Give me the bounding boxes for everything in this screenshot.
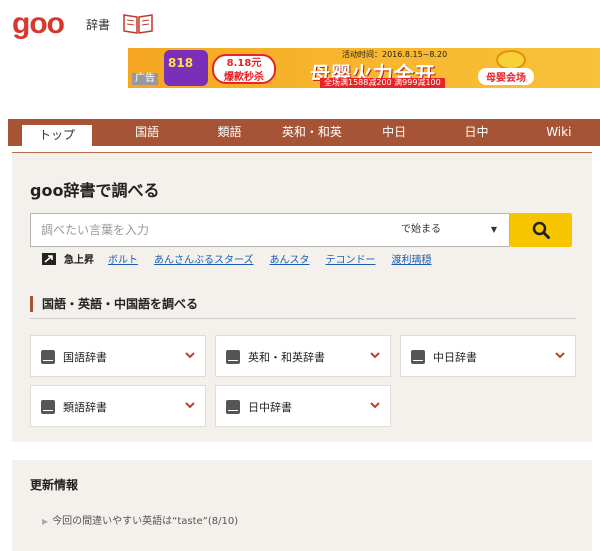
trending-label: 急上昇 <box>64 255 94 266</box>
dict-label: 類語辞書 <box>63 401 107 414</box>
dict-label: 英和・和英辞書 <box>248 351 325 364</box>
search-button[interactable] <box>510 213 572 247</box>
tab-top[interactable]: トップ <box>22 122 92 146</box>
dictionary-book-icon <box>123 14 153 34</box>
search-input[interactable] <box>31 214 371 246</box>
dict-label: 国語辞書 <box>63 351 107 364</box>
chevron-down-icon <box>185 402 195 409</box>
ad-badge-text: 818 <box>168 56 194 70</box>
search-box: で始まる ▼ <box>30 213 510 247</box>
book-icon <box>226 350 240 364</box>
ad-banner[interactable]: 广告 818 8.18元 爆款秒杀 活动时间：2016.8.15~8.20 母婴… <box>128 48 600 88</box>
heading-accent-bar <box>30 296 33 312</box>
updates-item-text: 今回の間違いやすい英語は“taste”(8/10) <box>52 516 239 527</box>
chevron-down-icon <box>185 352 195 359</box>
search-title: goo辞書で調べる <box>30 181 160 200</box>
dictionaries-heading: 国語・英語・中国語を調べる <box>30 295 576 319</box>
tab-kokugo[interactable]: 国語 <box>106 119 188 146</box>
trending-link[interactable]: テコンドー <box>326 251 376 266</box>
ad-price: 8.18元 爆款秒杀 <box>212 54 276 84</box>
book-icon <box>41 400 55 414</box>
tab-eiwa-waei[interactable]: 英和・和英 <box>271 119 353 146</box>
updates-item[interactable]: ▶ 今回の間違いやすい英語は“taste”(8/10) <box>42 512 238 527</box>
tab-nicchu[interactable]: 日中 <box>435 119 517 146</box>
search-icon <box>532 221 550 239</box>
dict-label: 中日辞書 <box>433 351 477 364</box>
ad-button[interactable]: 母婴会场 <box>478 68 534 85</box>
ad-badge: 818 <box>164 50 208 86</box>
tab-chunichi[interactable]: 中日 <box>353 119 435 146</box>
book-icon <box>411 350 425 364</box>
search-mode-select[interactable]: で始まる ▼ <box>381 214 509 246</box>
trending-arrow-icon <box>42 252 56 265</box>
ad-label: 广告 <box>132 73 158 85</box>
updates-title: 更新情報 <box>30 478 79 492</box>
trending-link[interactable]: あんスタ <box>270 251 310 266</box>
trending-link[interactable]: 渡利璃穏 <box>392 251 432 266</box>
ad-price-line2: 爆款秒杀 <box>224 72 264 83</box>
updates-panel: 更新情報 ▶ 今回の間違いやすい英語は“taste”(8/10) <box>12 460 592 551</box>
dictionaries-heading-text: 国語・英語・中国語を調べる <box>42 297 199 311</box>
chevron-down-icon <box>555 352 565 359</box>
dictionary-nav: トップ 国語 類語 英和・和英 中日 日中 Wiki <box>8 119 600 146</box>
ad-mascot <box>496 50 526 70</box>
dict-eiwa-button[interactable]: 英和・和英辞書 <box>215 335 391 377</box>
tab-wiki[interactable]: Wiki <box>518 119 600 146</box>
dict-ruigo-button[interactable]: 類語辞書 <box>30 385 206 427</box>
dict-chunichi-button[interactable]: 中日辞書 <box>400 335 576 377</box>
chevron-down-icon <box>370 352 380 359</box>
dropdown-arrow-icon: ▼ <box>490 225 497 234</box>
ad-price-line1: 8.18元 <box>226 58 262 69</box>
service-name: 辞書 <box>86 18 111 32</box>
trending-list: 急上昇 ボルト あんさんぶるスターズ あんスタ テコンドー 渡利璃穏 <box>42 251 448 266</box>
chevron-down-icon <box>370 402 380 409</box>
trending-link[interactable]: あんさんぶるスターズ <box>154 251 254 266</box>
goo-logo[interactable]: goo <box>12 6 65 42</box>
ad-subtitle: 全场满1588减200 满999减100 <box>320 78 445 88</box>
chevron-right-icon: ▶ <box>42 517 49 526</box>
trending-link[interactable]: ボルト <box>108 251 138 266</box>
dict-kokugo-button[interactable]: 国語辞書 <box>30 335 206 377</box>
search-mode-value: で始まる <box>401 224 441 235</box>
book-icon <box>226 400 240 414</box>
search-panel: goo辞書で調べる で始まる ▼ 急上昇 ボルト あんさんぶるスターズ あんスタ… <box>12 152 592 442</box>
dict-label: 日中辞書 <box>248 401 292 414</box>
dict-nicchu-button[interactable]: 日中辞書 <box>215 385 391 427</box>
tab-ruigo[interactable]: 類語 <box>188 119 270 146</box>
book-icon <box>41 350 55 364</box>
